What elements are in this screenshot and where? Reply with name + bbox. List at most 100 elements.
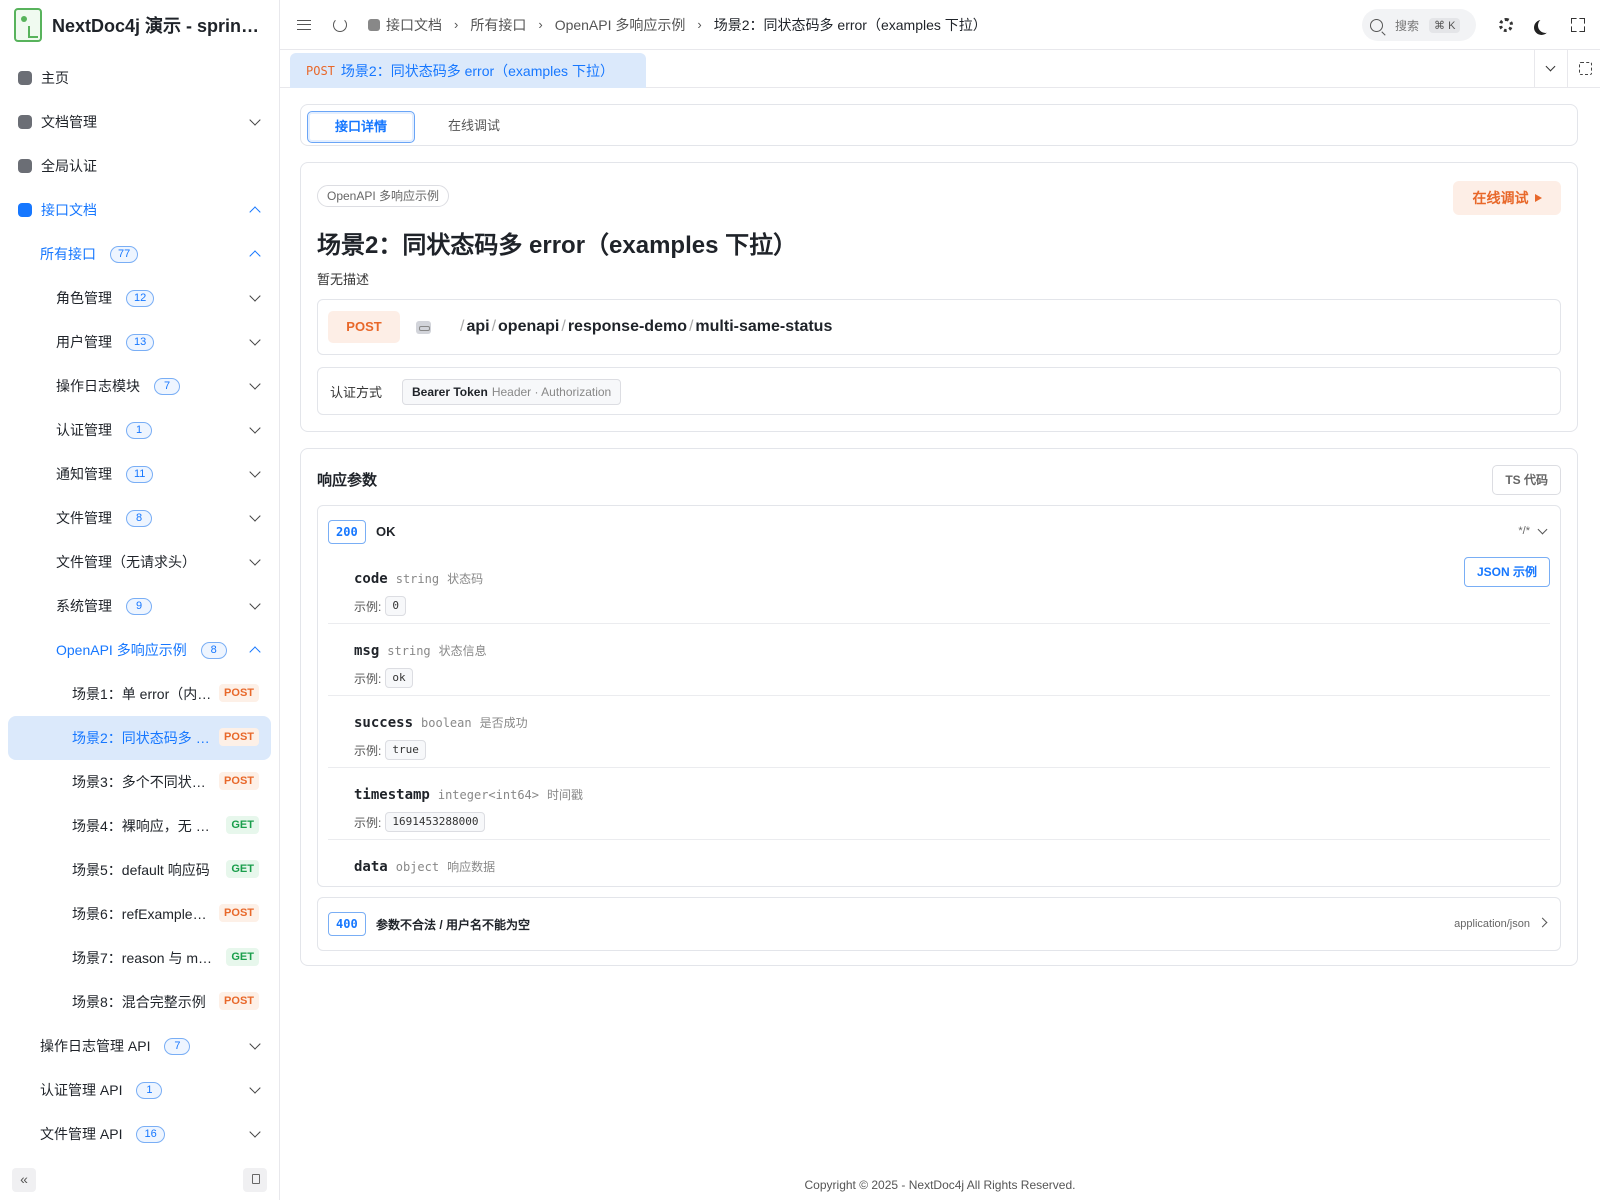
reload-button[interactable] xyxy=(324,9,356,41)
response-200: 200 OK */* JSON 示例 code string 状态码 示例: 0 ms… xyxy=(317,505,1561,887)
sidebar-item-global-auth[interactable]: 全局认证 xyxy=(8,144,271,188)
app-title: NextDoc4j 演示 - springboot xyxy=(52,16,267,36)
tab-tools xyxy=(1534,50,1600,87)
chevron-down-icon xyxy=(249,554,261,566)
breadcrumb-separator-icon: › xyxy=(454,17,459,32)
chevron-down-icon xyxy=(249,1126,261,1138)
group-tag[interactable]: OpenAPI 多响应示例 xyxy=(317,185,450,207)
collapse-sidebar-button[interactable]: « xyxy=(12,1168,36,1192)
tab-bar: POST 场景2：同状态码多 error（examples 下拉） xyxy=(280,50,1600,88)
document-icon xyxy=(18,115,32,129)
sidebar-item-group[interactable]: 文件管理（无请求头） xyxy=(8,540,271,584)
chevron-down-icon xyxy=(249,422,261,434)
path-separator: / xyxy=(688,318,694,335)
footer-copyright: Copyright © 2025 - NextDoc4j All Rights … xyxy=(804,1178,1076,1192)
sidebar-item-scene[interactable]: 场景1：单 error（内联 examples） POST xyxy=(8,672,271,716)
sidebar-item-api-group[interactable]: 文件管理 API 16 xyxy=(8,1112,271,1156)
content-type: application/json xyxy=(1454,918,1530,930)
sidebar-item-scene[interactable]: 场景4：裸响应，无 content GET xyxy=(8,804,271,848)
count-badge: 7 xyxy=(154,377,180,395)
top-header: 接口文档 › 所有接口 › OpenAPI 多响应示例 › 场景2：同状态码多 … xyxy=(280,0,1600,50)
pin-icon[interactable] xyxy=(243,1168,267,1192)
sidebar-item-scene[interactable]: 场景5：default 响应码 GET xyxy=(8,848,271,892)
app-logo-icon xyxy=(14,8,42,42)
count-badge: 12 xyxy=(126,289,155,307)
count-badge: 77 xyxy=(110,245,139,263)
response-400[interactable]: 400 参数不合法 / 用户名不能为空 application/json xyxy=(317,897,1561,951)
breadcrumb: 接口文档 › 所有接口 › OpenAPI 多响应示例 › 场景2：同状态码多 … xyxy=(368,15,987,35)
sidebar-item-api-group[interactable]: 认证管理 API 1 xyxy=(8,1068,271,1112)
count-badge: 9 xyxy=(126,597,152,615)
sidebar-item-group[interactable]: 通知管理 11 xyxy=(8,452,271,496)
breadcrumb-current: 场景2：同状态码多 error（examples 下拉） xyxy=(713,16,987,33)
tab-online-debug[interactable]: 在线调试 xyxy=(421,111,527,143)
main-content: 接口详情 在线调试 OpenAPI 多响应示例 在线调试 场景2：同状态码多 e… xyxy=(280,88,1600,1200)
sidebar-item-scene[interactable]: 场景7：reason 与 message GET xyxy=(8,936,271,980)
theme-toggle-button[interactable] xyxy=(1526,9,1558,41)
shortcut-hint: ⌘ K xyxy=(1429,17,1461,33)
sidebar-item-group[interactable]: 认证管理 1 xyxy=(8,408,271,452)
method-badge: GET xyxy=(226,816,259,834)
method-badge: POST xyxy=(328,311,400,343)
tab-dropdown-button[interactable] xyxy=(1534,50,1567,87)
sidebar-item-home[interactable]: 主页 xyxy=(8,56,271,100)
link-icon[interactable] xyxy=(416,321,431,334)
brand[interactable]: NextDoc4j 演示 - springboot xyxy=(0,0,279,50)
method-badge: GET xyxy=(226,948,259,966)
breadcrumb-item[interactable]: OpenAPI 多响应示例 xyxy=(555,15,686,35)
ts-code-button[interactable]: TS 代码 xyxy=(1492,465,1561,495)
example-value: 1691453288000 xyxy=(385,812,486,832)
auth-box: 认证方式 Bearer Token Header · Authorization xyxy=(317,367,1561,415)
path-separator: / xyxy=(460,318,465,335)
endpoint-path[interactable]: / api / openapi / response-demo / multi-same… xyxy=(458,318,832,336)
sidebar-item-api-group[interactable]: 操作日志管理 API 7 xyxy=(8,1024,271,1068)
method-badge: GET xyxy=(226,860,259,878)
count-badge: 1 xyxy=(136,1081,163,1099)
chevron-down-icon[interactable] xyxy=(1537,524,1548,535)
chevron-down-icon xyxy=(1545,61,1556,72)
field-row: success boolean 是否成功 示例: true xyxy=(328,696,1550,768)
sidebar-item-group[interactable]: 文件管理 8 xyxy=(8,496,271,540)
menu-toggle-button[interactable] xyxy=(288,9,320,41)
sidebar-item-scene[interactable]: 场景8：混合完整示例 POST xyxy=(8,980,271,1024)
sidebar-item-group[interactable]: 角色管理 12 xyxy=(8,276,271,320)
status-code-badge: 400 xyxy=(328,912,366,936)
count-badge: 16 xyxy=(136,1125,165,1143)
fullscreen-button[interactable] xyxy=(1562,9,1594,41)
sidebar-item-docs[interactable]: 文档管理 xyxy=(8,100,271,144)
status-text: OK xyxy=(376,524,396,539)
sidebar-item-group[interactable]: 操作日志模块 7 xyxy=(8,364,271,408)
breadcrumb-item[interactable]: 接口文档 xyxy=(368,15,442,35)
gear-icon xyxy=(1499,18,1513,32)
search-button[interactable]: 搜索 ⌘ K xyxy=(1362,9,1476,41)
api-info-card: OpenAPI 多响应示例 在线调试 场景2：同状态码多 error（examp… xyxy=(300,162,1578,432)
settings-button[interactable] xyxy=(1490,9,1522,41)
sidebar-item-group[interactable]: 系统管理 9 xyxy=(8,584,271,628)
sidebar-item-scene[interactable]: 场景6：refExample=true POST xyxy=(8,892,271,936)
online-debug-button[interactable]: 在线调试 xyxy=(1453,181,1561,215)
sidebar-item-group[interactable]: 用户管理 13 xyxy=(8,320,271,364)
sidebar-item-openapi[interactable]: OpenAPI 多响应示例 8 xyxy=(8,628,271,672)
count-badge: 7 xyxy=(164,1037,191,1055)
tab-current-page[interactable]: POST 场景2：同状态码多 error（examples 下拉） xyxy=(290,53,646,88)
view-switcher: 接口详情 在线调试 xyxy=(300,104,1578,146)
sidebar-item-all-apis[interactable]: 所有接口 77 xyxy=(8,232,271,276)
chevron-down-icon xyxy=(249,598,261,610)
chevron-down-icon xyxy=(249,1082,261,1094)
content-type[interactable]: */* xyxy=(1518,525,1530,537)
count-badge: 8 xyxy=(126,509,152,527)
sidebar-item-scene[interactable]: 场景3：多个不同状态码 POST xyxy=(8,760,271,804)
method-badge: POST xyxy=(219,728,259,746)
chevron-down-icon xyxy=(249,466,261,478)
method-badge: POST xyxy=(219,904,259,922)
tab-maximize-button[interactable] xyxy=(1567,50,1600,87)
focus-icon xyxy=(1579,62,1592,75)
endpoint-box: POST / api / openapi / response-demo / multi… xyxy=(317,299,1561,355)
count-badge: 8 xyxy=(200,641,227,659)
method-badge: POST xyxy=(219,992,259,1010)
method-badge: POST xyxy=(219,772,259,790)
breadcrumb-item[interactable]: 所有接口 xyxy=(470,15,526,35)
tab-api-detail[interactable]: 接口详情 xyxy=(307,111,416,143)
sidebar-item-api-docs[interactable]: 接口文档 xyxy=(8,188,271,232)
sidebar-item-scene[interactable]: 场景2：同状态码多 error POST xyxy=(8,716,271,760)
